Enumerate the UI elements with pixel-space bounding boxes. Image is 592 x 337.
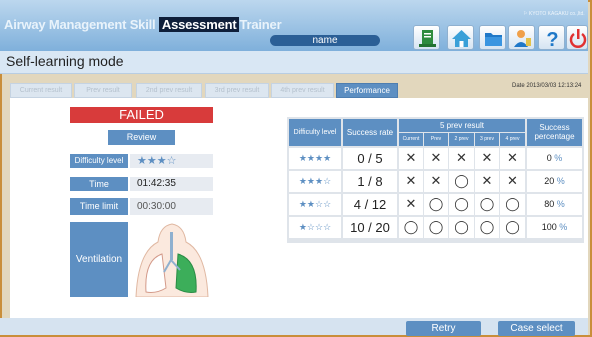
app-title-highlight: Assessment <box>158 17 240 32</box>
result-mark: ◯ <box>475 194 499 215</box>
result-mark: ✕ <box>475 171 499 192</box>
app-title: Airway Management Skill Assessment Traine… <box>4 17 282 32</box>
tab-2nd-prev-result[interactable]: 2nd prev result <box>136 83 202 98</box>
result-mark: ✕ <box>424 171 448 192</box>
result-mark: ◯ <box>500 194 525 215</box>
percentage-value: 20 <box>544 176 555 186</box>
document-icon[interactable] <box>413 25 440 50</box>
row-success-percentage: 0 % <box>527 148 582 169</box>
retry-button[interactable]: Retry <box>406 321 481 336</box>
datetime-label: Date 2013/03/03 12:13:24 <box>512 83 582 89</box>
percentage-unit: % <box>556 199 565 209</box>
person-icon[interactable] <box>508 25 535 50</box>
row-difficulty-stars: ★☆☆☆ <box>289 217 341 238</box>
result-mark: ✕ <box>475 148 499 169</box>
vendor-name: KYOTO KAGAKU co.,ltd. <box>528 11 585 17</box>
status-badge: FAILED <box>70 107 213 123</box>
review-button[interactable]: Review <box>108 130 175 145</box>
folder-icon[interactable] <box>479 25 506 50</box>
row-success-percentage: 100 % <box>527 217 582 238</box>
row-success-percentage: 20 % <box>527 171 582 192</box>
row-difficulty-stars: ★★★☆ <box>289 171 341 192</box>
percentage-value: 100 <box>541 222 557 232</box>
row-success-rate: 1 / 8 <box>343 171 397 192</box>
header-5-prev-result: 5 prev result <box>399 119 525 132</box>
header-success-rate: Success rate <box>343 119 397 146</box>
header-success-percentage: Success percentage <box>527 119 582 146</box>
result-mark: ✕ <box>399 171 423 192</box>
user-name-field[interactable]: name <box>270 35 380 46</box>
percentage-unit: % <box>554 153 563 163</box>
result-mark: ✕ <box>449 148 474 169</box>
result-mark: ◯ <box>500 217 525 238</box>
time-limit-label: Time limit <box>70 198 128 215</box>
tab-performance[interactable]: Performance <box>336 83 398 98</box>
result-mark: ◯ <box>475 217 499 238</box>
percentage-unit: % <box>556 176 565 186</box>
time-value: 01:42:35 <box>130 177 213 191</box>
difficulty-level-label: Difficulty level <box>70 154 128 168</box>
header-prev: Prev <box>424 133 448 146</box>
result-mark: ✕ <box>424 148 448 169</box>
time-label: Time <box>70 177 128 191</box>
result-mark: ✕ <box>399 148 423 169</box>
tab-3rd-prev-result[interactable]: 3rd prev result <box>205 83 269 98</box>
row-success-rate: 10 / 20 <box>343 217 397 238</box>
header-difficulty-level: Difficulty level <box>289 119 341 146</box>
case-select-button[interactable]: Case select <box>498 321 575 336</box>
header-4-prev: 4 prev <box>500 133 525 146</box>
header-current: Current <box>399 133 423 146</box>
header-3-prev: 3 prev <box>475 133 499 146</box>
row-success-rate: 0 / 5 <box>343 148 397 169</box>
ventilation-label: Ventilation <box>70 222 128 297</box>
top-bar: Airway Management Skill Assessment Traine… <box>0 0 588 51</box>
svg-text:?: ? <box>546 29 558 51</box>
tab-4th-prev-result[interactable]: 4th prev result <box>271 83 334 98</box>
app-title-suffix: Trainer <box>239 17 282 32</box>
power-icon[interactable] <box>566 25 588 50</box>
vendor-label: ⚐ KYOTO KAGAKU co.,ltd. <box>523 11 585 17</box>
app-title-prefix: Airway Management Skill <box>4 17 156 32</box>
time-limit-value: 00:30:00 <box>130 198 213 215</box>
result-mark: ◯ <box>424 194 448 215</box>
result-mark: ◯ <box>399 217 423 238</box>
row-success-percentage: 80 % <box>527 194 582 215</box>
row-difficulty-stars: ★★★★ <box>289 148 341 169</box>
result-mark: ✕ <box>399 194 423 215</box>
difficulty-level-value: ★★★☆ <box>130 154 213 168</box>
help-icon[interactable]: ? <box>538 25 565 51</box>
result-mark: ◯ <box>449 171 474 192</box>
percentage-value: 80 <box>544 199 555 209</box>
percentage-unit: % <box>559 222 568 232</box>
percentage-value: 0 <box>546 153 552 163</box>
header-2-prev: 2 prev <box>449 133 474 146</box>
mode-title: Self-learning mode <box>6 53 124 69</box>
result-mark: ✕ <box>500 171 525 192</box>
tab-prev-result[interactable]: Prev result <box>74 83 132 98</box>
row-success-rate: 4 / 12 <box>343 194 397 215</box>
result-mark: ◯ <box>449 194 474 215</box>
result-mark: ◯ <box>424 217 448 238</box>
result-mark: ◯ <box>449 217 474 238</box>
home-icon[interactable] <box>447 25 474 50</box>
result-mark: ✕ <box>500 148 525 169</box>
tab-current-result[interactable]: Current result <box>10 83 72 98</box>
lung-illustration <box>128 222 213 298</box>
difficulty-stars: ★★★☆ <box>137 155 177 167</box>
row-difficulty-stars: ★★☆☆ <box>289 194 341 215</box>
